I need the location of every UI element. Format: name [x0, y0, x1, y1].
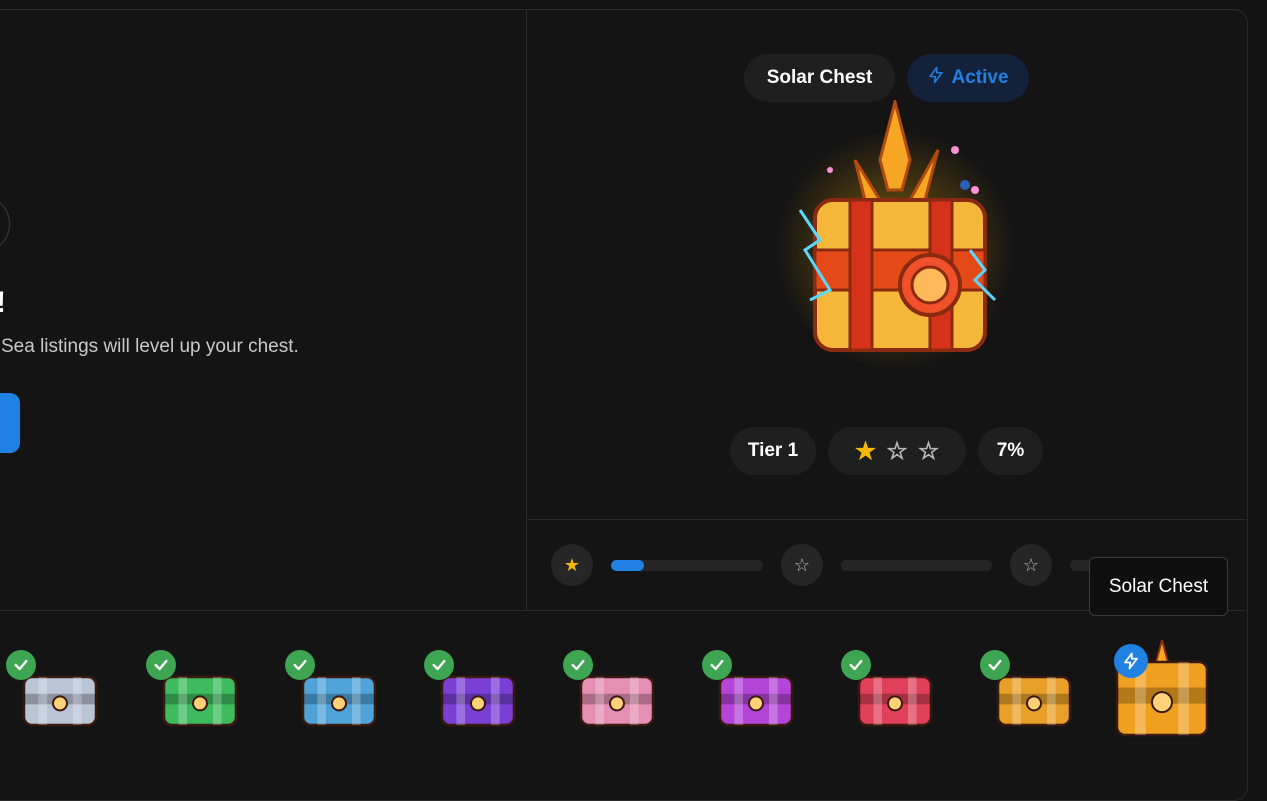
- left-panel: ! Sea listings will level up your chest.: [0, 10, 526, 610]
- primary-action-button[interactable]: [0, 393, 20, 453]
- status-label: Active: [951, 67, 1009, 88]
- gallery-chest[interactable]: [146, 640, 250, 740]
- progress-star-3: ☆: [1010, 544, 1052, 586]
- star-outline-icon: ☆: [886, 437, 908, 465]
- progress-star-1: ★: [551, 544, 593, 586]
- panel-divider: [526, 10, 527, 610]
- chest-name-pill: Solar Chest: [744, 54, 895, 102]
- check-icon: [702, 650, 732, 680]
- gallery-chest[interactable]: [980, 640, 1084, 740]
- gallery-chest[interactable]: [1112, 636, 1212, 740]
- check-icon: [146, 650, 176, 680]
- description-text: Sea listings will level up your chest.: [1, 336, 299, 357]
- progress-bar-fill: [611, 560, 645, 571]
- gallery-chest[interactable]: [424, 640, 528, 740]
- lightning-icon: [927, 64, 945, 92]
- star-filled-icon: ★: [563, 554, 581, 575]
- active-status-pill: Active: [907, 54, 1029, 102]
- gallery-divider: [0, 610, 1246, 611]
- page-heading: !: [0, 285, 6, 321]
- gallery-chest[interactable]: [841, 640, 945, 740]
- check-icon: [424, 650, 454, 680]
- check-icon: [285, 650, 315, 680]
- star-outline-icon: ☆: [917, 437, 940, 465]
- progress-divider: [527, 519, 1246, 520]
- gallery-chest[interactable]: [6, 640, 110, 740]
- solar-chest-illustration: [775, 100, 1015, 370]
- gallery-chest[interactable]: [285, 640, 389, 740]
- lightning-icon: [1114, 644, 1148, 678]
- progress-bar-2: [841, 560, 992, 571]
- progress-bar-1: [611, 560, 763, 571]
- star-outline-icon: ☆: [1022, 554, 1040, 575]
- back-button[interactable]: [0, 195, 10, 253]
- check-icon: [980, 650, 1010, 680]
- tier-pill: Tier 1: [730, 427, 816, 475]
- gallery-chest[interactable]: [563, 640, 667, 740]
- check-icon: [841, 650, 871, 680]
- star-filled-icon: ★: [854, 437, 877, 465]
- progress-star-2: ☆: [781, 544, 823, 586]
- star-outline-icon: ☆: [793, 554, 811, 575]
- progress-percent-pill: 7%: [978, 427, 1043, 475]
- check-icon: [6, 650, 36, 680]
- gallery-chest[interactable]: [702, 640, 806, 740]
- chest-tooltip: Solar Chest: [1089, 557, 1228, 616]
- star-rating: ★ ☆ ☆: [828, 427, 966, 475]
- check-icon: [563, 650, 593, 680]
